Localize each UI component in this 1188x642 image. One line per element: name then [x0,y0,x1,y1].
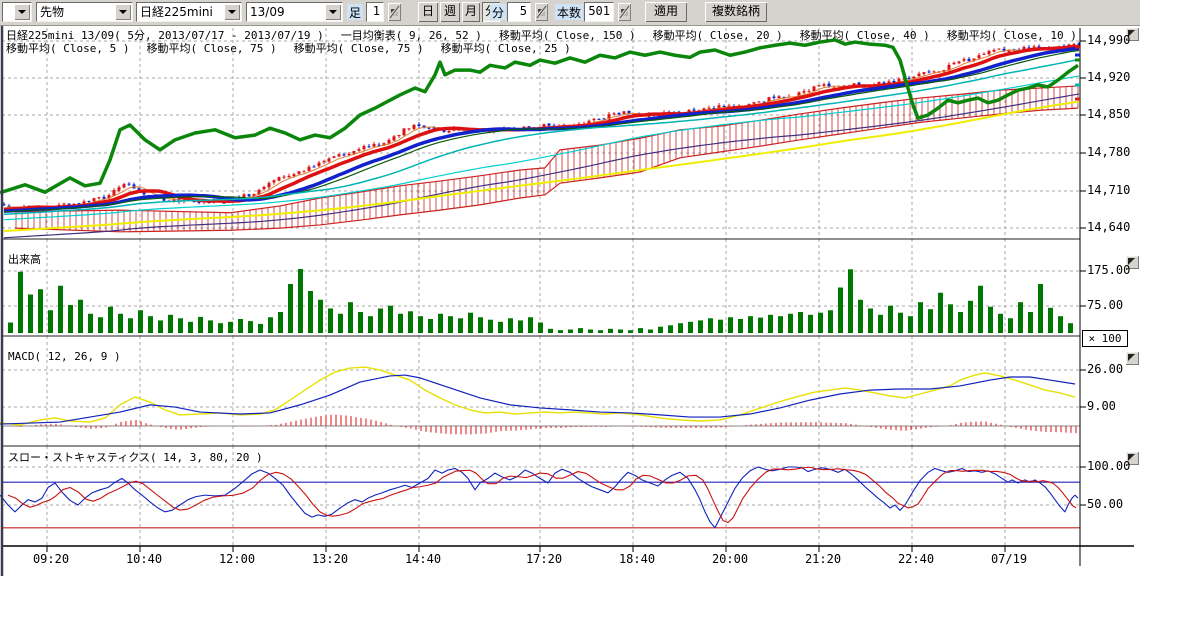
header-indicator-item: 移動平均( Close, 40 ) [800,29,930,42]
macd-axis-label: 26.00 [1087,362,1145,376]
price-axis-label: 14,920 [1087,70,1145,84]
time-axis-label: 18:40 [613,552,661,566]
price-axis-label: 14,850 [1087,107,1145,121]
time-axis-label: 20:00 [706,552,754,566]
volume-axis-label: 175.00 [1087,263,1145,277]
header-indicator-item: 移動平均( Close, 25 ) [441,42,571,55]
volume-axis-label: 75.00 [1087,298,1145,312]
time-axis-label: 09:20 [27,552,75,566]
price-axis-label: 14,780 [1087,145,1145,159]
macd-pane-label: MACD( 12, 26, 9 ) [8,350,121,363]
header-indicator-item: 移動平均( Close, 20 ) [653,29,783,42]
header-indicator-item: 移動平均( Close, 5 ) [6,42,129,55]
price-axis-label: 14,640 [1087,220,1145,234]
time-axis-label: 12:00 [213,552,261,566]
stoch-pane-label: スロー・ストキャスティクス( 14, 3, 80, 20 ) [8,449,263,465]
price-axis-label: 14,710 [1087,183,1145,197]
macd-axis-label: 9.00 [1087,399,1145,413]
time-axis-label: 10:40 [120,552,168,566]
price-axis-label: 14,990 [1087,33,1145,47]
time-axis-label: 14:40 [399,552,447,566]
chart-window: 先物 日経225mini 13/09 足 1 日週月分T 分 5 本数 501 … [0,0,1188,642]
volume-multiplier-badge: × 100 [1082,330,1128,347]
time-axis-label: 07/19 [985,552,1033,566]
header-indicator-item: 移動平均( Close, 75 ) [146,42,276,55]
volume-pane-label: 出来高 [8,251,41,267]
stoch-axis-label: 50.00 [1087,497,1145,511]
time-axis-label: 21:20 [799,552,847,566]
time-axis-label: 17:20 [520,552,568,566]
header-indicator-item: 移動平均( Close, 10 ) [947,29,1077,42]
stoch-axis-label: 100.00 [1087,459,1145,473]
chart-header-line2: 移動平均( Close, 5 ) 移動平均( Close, 75 ) 移動平均( C… [6,40,588,56]
time-axis-label: 13:20 [306,552,354,566]
time-axis-label: 22:40 [892,552,940,566]
header-indicator-item: 移動平均( Close, 75 ) [294,42,424,55]
